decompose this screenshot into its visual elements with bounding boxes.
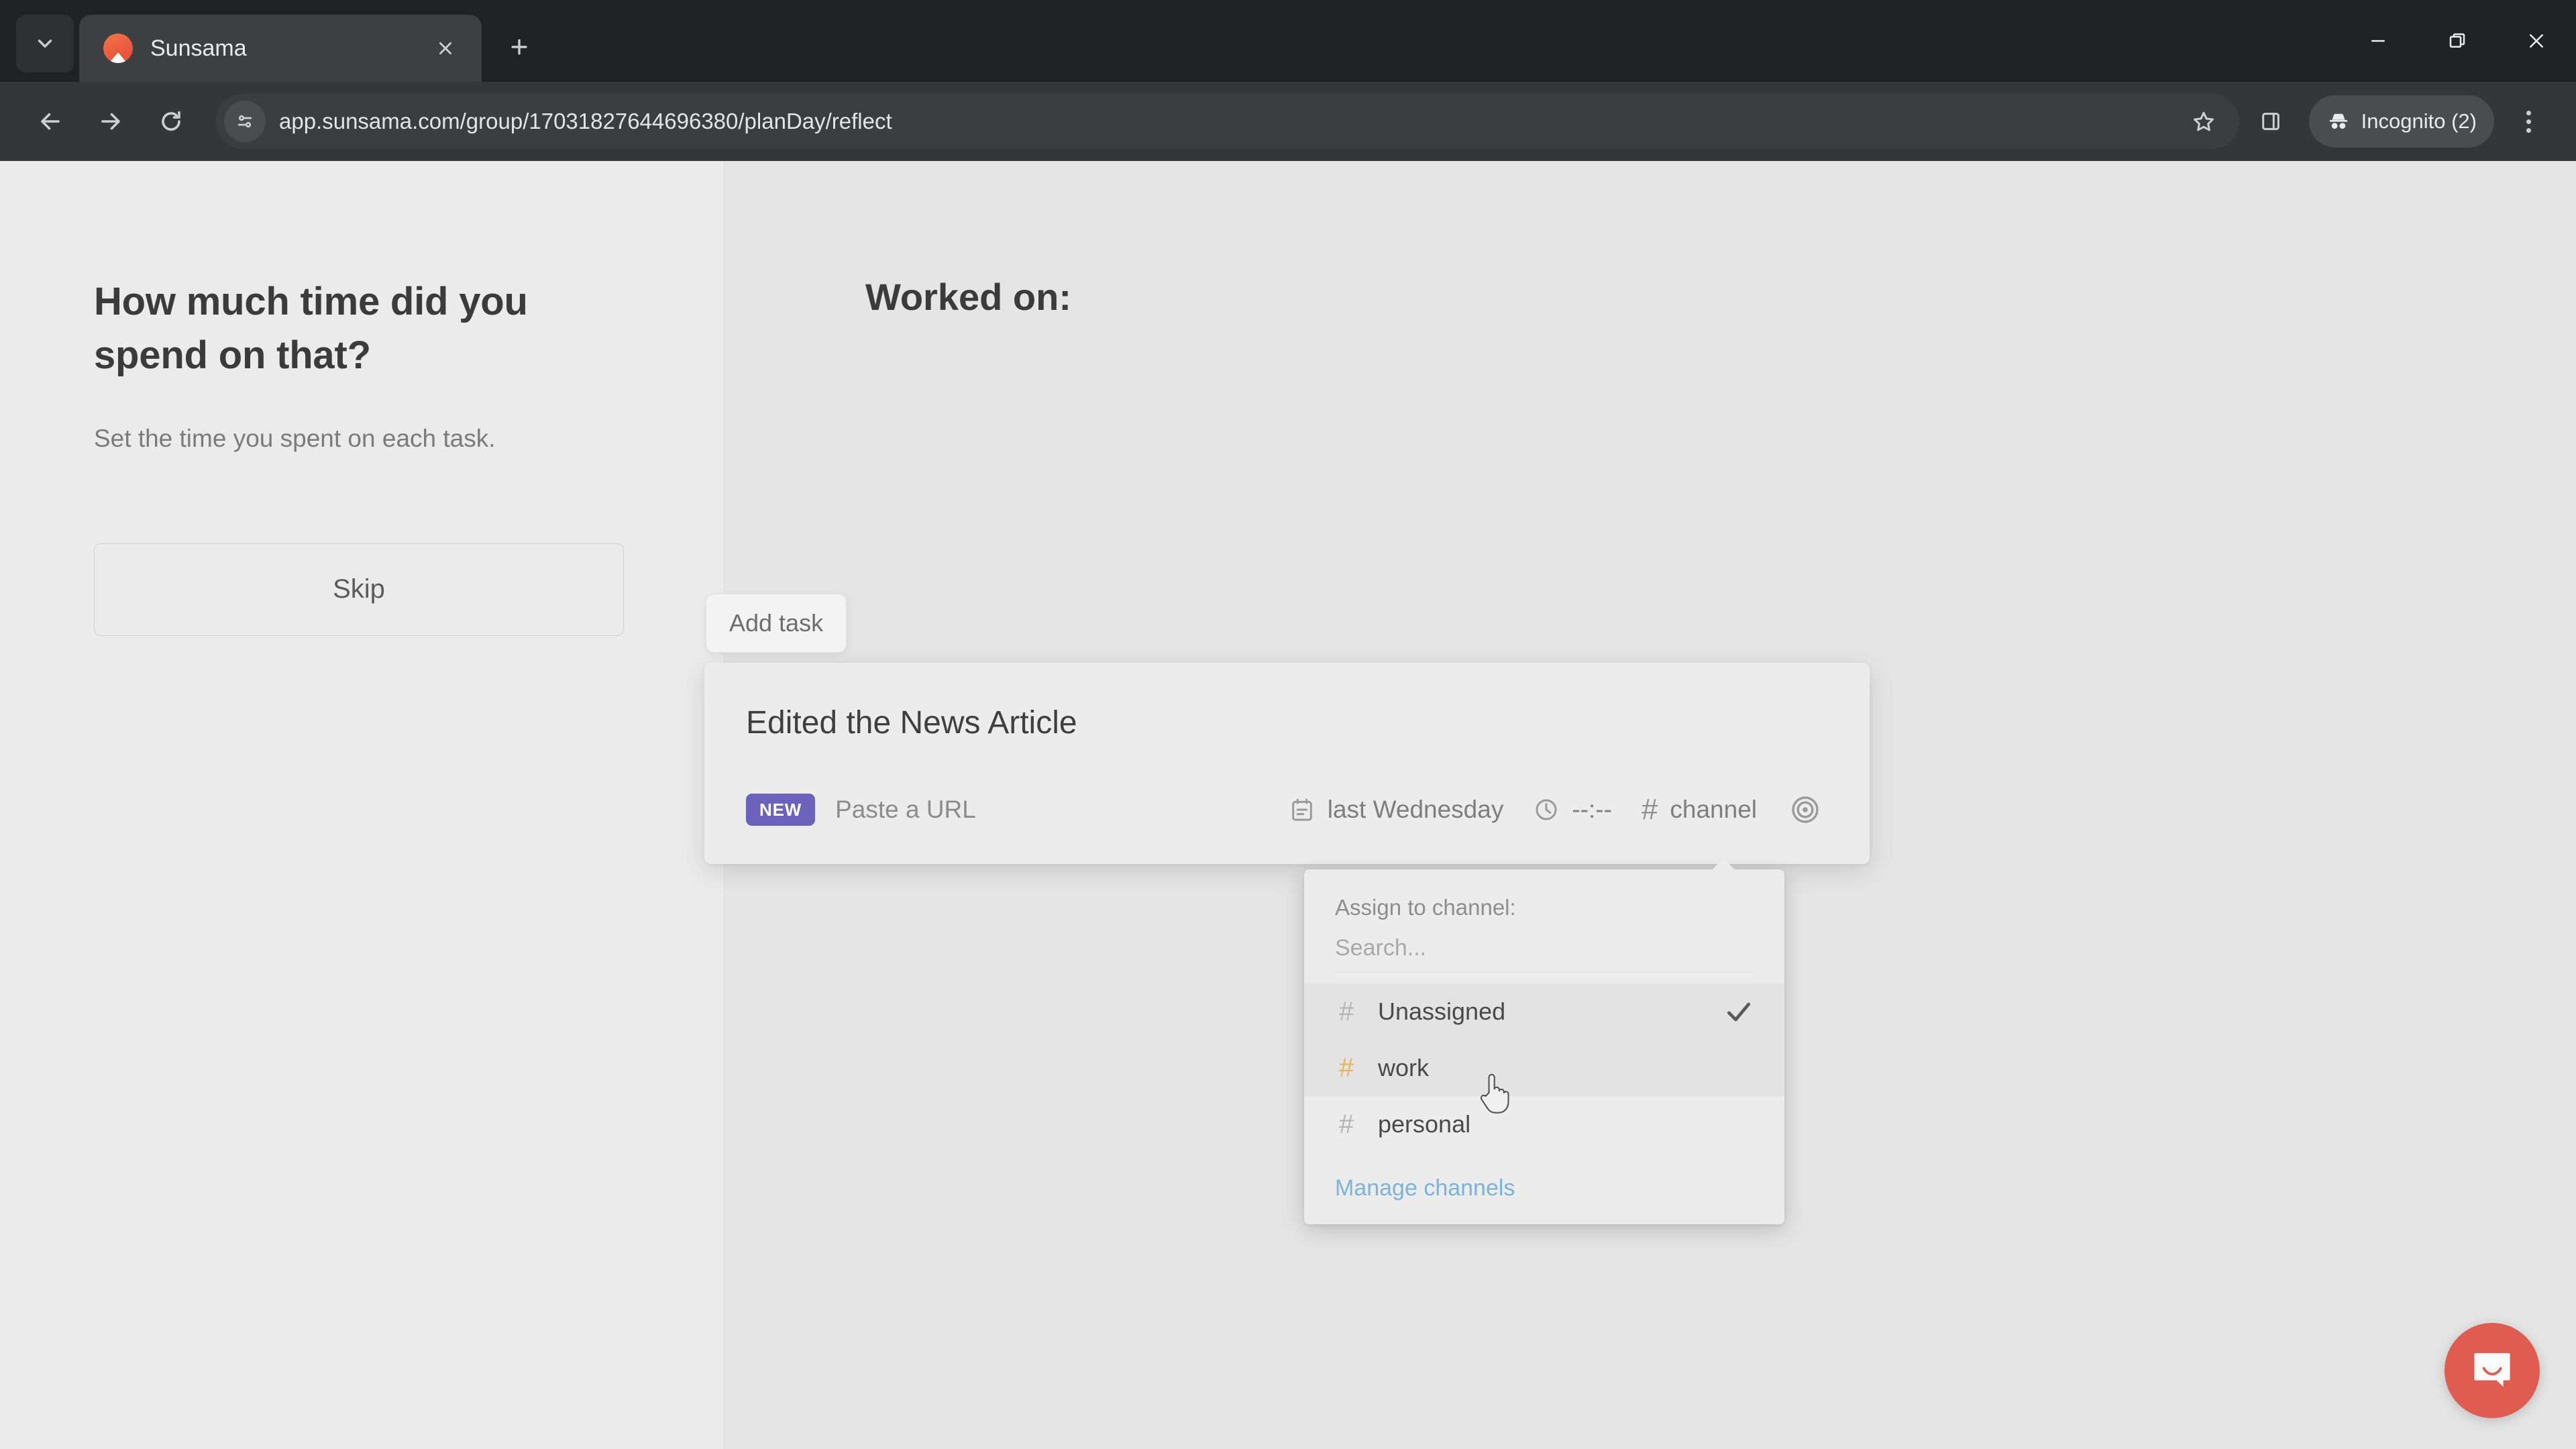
page-title: How much time did you spend on that? [94, 280, 528, 378]
restore-window-icon[interactable] [2418, 0, 2497, 82]
hash-icon: # [1338, 1053, 1354, 1083]
window-controls [2339, 0, 2576, 82]
browser-toolbar: app.sunsama.com/group/17031827644696380/… [0, 82, 2576, 161]
calendar-icon [1291, 798, 1312, 821]
dropdown-heading: Assign to channel: [1335, 895, 1516, 920]
channel-option-label: work [1378, 1054, 1430, 1081]
clock-icon [1536, 799, 1557, 820]
tab-title: Sunsama [150, 35, 247, 61]
tab-search-icon[interactable] [16, 15, 74, 72]
site-settings-icon[interactable] [224, 101, 266, 142]
channel-option-label: Unassigned [1378, 998, 1506, 1025]
check-icon [1724, 997, 1754, 1026]
forward-arrow-icon[interactable] [83, 94, 138, 149]
new-badge[interactable]: NEW [746, 794, 816, 826]
channel-list: # Unassigned # work # personal [1304, 983, 1784, 1152]
incognito-icon [2329, 113, 2347, 129]
channel-option-label: personal [1378, 1110, 1471, 1138]
browser-tab-sunsama[interactable]: Sunsama [79, 15, 482, 82]
address-bar[interactable]: app.sunsama.com/group/17031827644696380/… [216, 94, 2239, 149]
back-arrow-icon[interactable] [23, 94, 78, 149]
sunsama-favicon [103, 34, 133, 63]
channel-search-input[interactable] [1335, 935, 1754, 961]
task-title[interactable]: Edited the News Article [746, 704, 1821, 741]
new-tab-button[interactable] [496, 24, 542, 70]
chat-bubble-icon [2474, 1353, 2510, 1387]
channel-search-wrapper [1335, 935, 1754, 973]
channel-option-unassigned[interactable]: # Unassigned [1304, 983, 1784, 1040]
minimize-icon[interactable] [2339, 0, 2418, 82]
task-card: Edited the News Article NEW Paste a URL … [704, 663, 1870, 864]
page-content: How much time did you spend on that? Set… [0, 161, 2576, 1449]
skip-button[interactable]: Skip [94, 543, 624, 636]
hash-icon: # [1641, 793, 1658, 826]
target-focus-icon[interactable] [1789, 794, 1821, 826]
paste-url-label[interactable]: Paste a URL [835, 796, 976, 824]
add-task-tooltip-button[interactable]: Add task [706, 594, 847, 653]
browser-window: Sunsama app.sunsama.com/group/1703182764… [0, 0, 2576, 1449]
assign-channel-dropdown: Assign to channel: # Unassigned # work [1304, 858, 1784, 1224]
intercom-messenger-button[interactable] [2445, 1323, 2540, 1418]
reload-icon[interactable] [144, 94, 199, 149]
close-icon[interactable] [428, 31, 463, 66]
side-panel-icon[interactable] [2245, 95, 2297, 148]
channel-option-work[interactable]: # work [1304, 1040, 1784, 1096]
close-window-icon[interactable] [2497, 0, 2576, 82]
url-text: app.sunsama.com/group/17031827644696380/… [279, 109, 892, 133]
task-channel-label: channel [1670, 796, 1757, 823]
task-time-estimate[interactable]: --:-- [1533, 796, 1612, 824]
task-meta-row: NEW Paste a URL last Wednesday --:-- # c… [746, 794, 1821, 826]
tab-strip: Sunsama [0, 0, 2576, 82]
incognito-label: Incognito (2) [2361, 109, 2477, 133]
dropdown-footer: Manage channels [1304, 1152, 1784, 1219]
task-due-date-label: last Wednesday [1327, 796, 1504, 823]
three-dots-menu-icon[interactable] [2504, 95, 2553, 148]
worked-on-heading: Worked on: [865, 276, 1071, 318]
hash-icon: # [1338, 1110, 1354, 1139]
star-icon[interactable] [2178, 95, 2230, 148]
reflect-left-panel: How much time did you spend on that? Set… [0, 161, 724, 1449]
task-time-label: --:-- [1572, 796, 1612, 823]
manage-channels-link[interactable]: Manage channels [1335, 1175, 1515, 1201]
task-channel-selector[interactable]: # channel [1642, 795, 1757, 824]
hash-icon: # [1338, 997, 1354, 1026]
incognito-profile-button[interactable]: Incognito (2) [2308, 95, 2494, 148]
task-due-date[interactable]: last Wednesday [1289, 796, 1504, 824]
page-subtitle: Set the time you spent on each task. [94, 425, 496, 453]
channel-option-personal[interactable]: # personal [1304, 1096, 1784, 1152]
